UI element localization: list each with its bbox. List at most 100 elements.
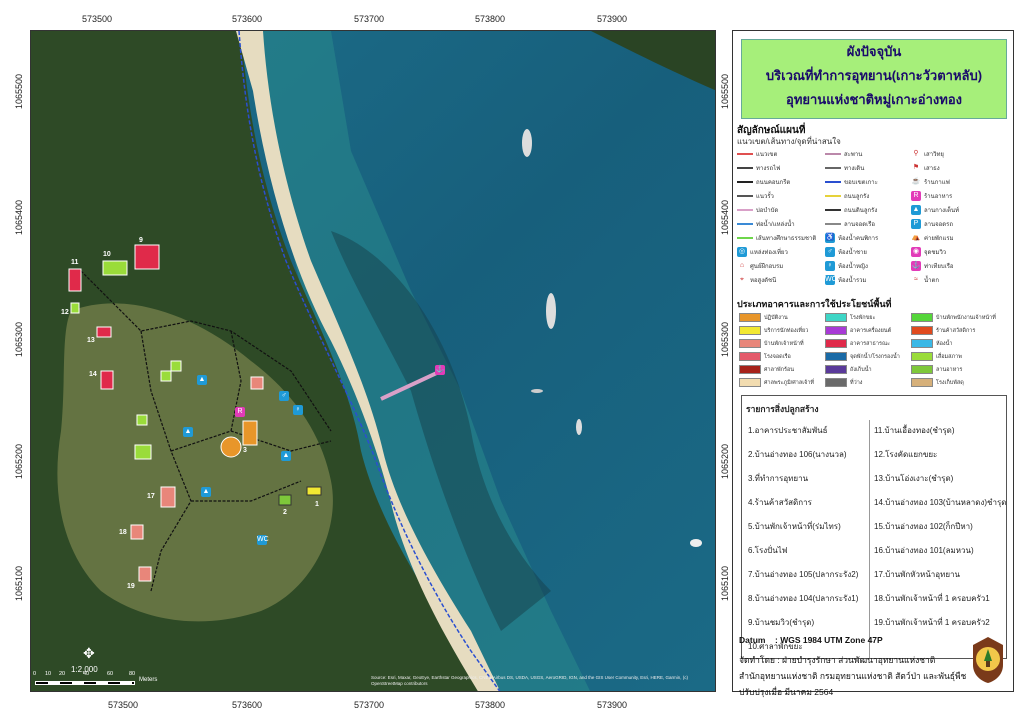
land-use-label: ห้องน้ำ <box>936 340 953 347</box>
building-14 <box>100 370 114 390</box>
map-title-line-2: บริเวณที่ทำการอุทยาน(เกาะวัวตาหลับ) <box>765 68 983 83</box>
symbol-label: ท่าเทียบเรือ <box>924 264 954 270</box>
legend-symbol-icon: ⚲ <box>911 149 921 160</box>
legend-symbol-icon: ▲ <box>911 205 921 216</box>
x-tick-top-2: 573600 <box>232 14 263 24</box>
restroom-marker-icon-2[interactable]: ♀ <box>293 405 303 415</box>
symbol-label: ร้านกาแฟ <box>924 180 950 186</box>
building-list-item: 15.บ้านอ่างทอง 102(ก็กปีหา) <box>874 522 973 531</box>
symbol-label: แหล่งท่องเที่ยว <box>750 250 788 256</box>
restroom-marker-icon-1[interactable]: ♂ <box>279 391 289 401</box>
legend-symbol-icon: ◉ <box>911 247 921 258</box>
symbol-label: ลานกางเต็นท์ <box>924 208 960 214</box>
land-use-label: บ้านพักเจ้าหน้าที่ <box>764 340 804 347</box>
land-use-item: ศาลาพักร้อน <box>739 365 794 374</box>
land-use-swatch <box>911 339 933 348</box>
symbol-item: ถนนคอนกรีต <box>737 177 790 187</box>
symbol-item: แนวรั้ว <box>737 191 774 201</box>
symbol-item: ถนนดินลูกรัง <box>825 205 877 215</box>
land-use-label: ปฏิบัติงาน <box>764 314 788 321</box>
legend-line-symbol <box>825 181 841 184</box>
land-use-label: อาคารเครื่องยนต์ <box>850 327 892 334</box>
building-15 <box>136 414 148 426</box>
camping-marker-icon-2[interactable]: ▲ <box>183 427 193 437</box>
land-use-item: บ้านพักพนักงานเจ้าหน้าที่ <box>911 313 996 322</box>
symbol-label: ทางเดิน <box>844 166 865 172</box>
symbol-label: บ่อบำบัด <box>756 208 779 214</box>
legend-line-symbol <box>737 209 753 212</box>
scale-unit: Meters <box>139 677 158 683</box>
symbol-item: ทางรถไฟ <box>737 163 780 173</box>
legend-symbol-icon: WC <box>825 275 837 286</box>
land-use-swatch <box>739 339 761 348</box>
scale-bar <box>35 681 135 685</box>
land-use-label: โรงจอดเรือ <box>764 353 791 360</box>
building-list-item: 14.บ้านอ่างทอง 103(บ้านหลาดง)ชำรุด <box>874 498 1007 507</box>
symbol-label: สะพาน <box>844 152 863 158</box>
land-use-item: โรงเก็บพัสดุ <box>911 378 964 387</box>
symbol-item: R ร้านอาหาร <box>911 191 952 202</box>
building-label-18: 18 <box>119 529 127 536</box>
camping-marker-icon-1[interactable]: ▲ <box>197 375 207 385</box>
land-use-label: ร้านค้าสวัสดิการ <box>936 327 976 334</box>
x-tick-top-4: 573800 <box>475 14 506 24</box>
land-use-swatch <box>825 326 847 335</box>
building-label-14: 14 <box>89 371 97 378</box>
symbol-label: ลานจอดเรือ <box>844 222 876 228</box>
land-use-item: บ้านพักเจ้าหน้าที่ <box>739 339 804 348</box>
symbol-label: แนวเขต <box>756 152 778 158</box>
land-use-swatch <box>739 378 761 387</box>
building-label-19: 19 <box>127 583 135 590</box>
land-use-swatch <box>911 365 933 374</box>
land-use-item: ถังเก็บน้ำ <box>825 365 872 374</box>
symbol-label: ทางรถไฟ <box>756 166 781 172</box>
scale-label-40: 40 <box>83 671 90 677</box>
map-view[interactable]: 9 10 11 12 13 14 3 17 18 19 1 2 ⚓ R ▲ ▲ … <box>30 30 716 692</box>
building-2 <box>278 494 292 506</box>
building-label-3: 3 <box>243 447 247 454</box>
legend-line-symbol <box>825 153 841 156</box>
scale-label-80: 80 <box>129 671 136 677</box>
land-use-label: ศาลาพักร้อน <box>764 366 795 373</box>
land-use-swatch <box>739 313 761 322</box>
legend-symbol-icon: ⌖ <box>737 275 747 286</box>
x-tick-bottom-3: 573700 <box>354 700 385 710</box>
land-use-item: อาคารสาธารณะ <box>825 339 890 348</box>
building-list-item: 8.บ้านอ่างทอง 104(ปลากระรัง1) <box>748 594 859 603</box>
y-tick-right-4: 1065200 <box>720 444 730 480</box>
restaurant-marker-icon[interactable]: R <box>235 407 245 417</box>
symbol-item: ♂ ห้องน้ำชาย <box>825 247 867 258</box>
symbol-item: ◎ แหล่งท่องเที่ยว <box>737 247 788 258</box>
datum-label: Datum <box>739 635 766 645</box>
pier-marker-icon[interactable]: ⚓ <box>435 365 445 375</box>
symbol-label: ลานจอดรถ <box>924 222 954 228</box>
legend-line-symbol <box>737 153 753 156</box>
building-list-item: 3.ที่ทำการอุทยาน <box>748 474 809 483</box>
symbol-item: ≈ น้ำตก <box>911 275 939 286</box>
land-use-swatch <box>911 352 933 361</box>
legend-symbol-icon: ◎ <box>737 247 747 258</box>
symbol-item: สะพาน <box>825 149 862 159</box>
building-list-item: 2.บ้านอ่างทอง 106(นางนวล) <box>748 450 847 459</box>
land-use-item: จุดพักน้ำ/โรงกรองน้ำ <box>825 352 900 361</box>
legend-symbol-icon: ♿ <box>825 233 835 244</box>
symbol-label: ห้องน้ำหญิง <box>838 264 868 270</box>
building-list-item: 19.บ้านพักเจ้าหน้าที่ 1 ครอบครัว2 <box>874 618 990 627</box>
land-use-item: เสื่อมสภาพ <box>911 352 962 361</box>
symbol-item: ☕ ร้านกาแฟ <box>911 177 950 188</box>
building-list-item: 13.บ้านโอ่งเงาะ(ชำรุด) <box>874 474 954 483</box>
land-use-item: ลานอาหาร <box>911 365 962 374</box>
legend-line-symbol <box>825 209 841 212</box>
legend-line-symbol <box>737 181 753 184</box>
satellite-basemap <box>31 31 715 691</box>
building-16 <box>134 444 152 460</box>
camping-marker-icon-4[interactable]: ▲ <box>201 487 211 497</box>
symbol-label: ถนนคอนกรีต <box>756 180 791 186</box>
land-use-label: อาคารสาธารณะ <box>850 340 891 347</box>
prepared-by: จัดทำโดย : ฝ่ายบำรุงรักษา ส่วนพัฒนาอุทยา… <box>739 655 936 665</box>
building-19 <box>138 566 152 582</box>
camping-marker-icon-3[interactable]: ▲ <box>281 451 291 461</box>
building-13 <box>96 326 112 338</box>
symbol-item: ▲ ลานกางเต็นท์ <box>911 205 960 216</box>
restroom-marker-icon-3[interactable]: WC <box>257 535 269 545</box>
